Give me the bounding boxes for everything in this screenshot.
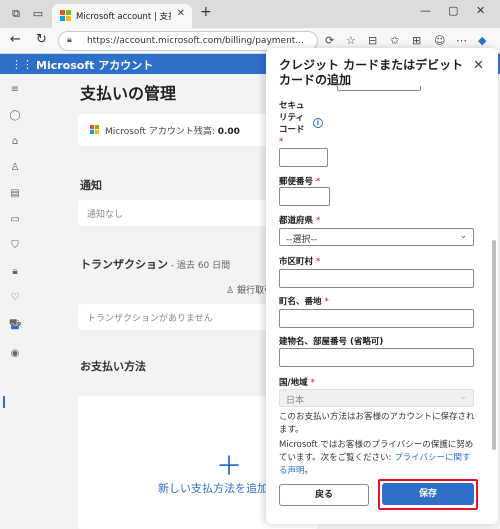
- maximize-icon[interactable]: ▢: [448, 4, 458, 17]
- save-button[interactable]: 保存: [382, 483, 474, 505]
- previous-input-field[interactable]: [337, 86, 421, 91]
- payment-methods-heading: お支払い方法: [80, 360, 146, 373]
- tab-title: Microsoft account | 支払いオプショ: [76, 12, 171, 22]
- required-mark: *: [315, 177, 321, 187]
- subscriptions-icon[interactable]: ▤: [9, 188, 21, 200]
- app-launcher-icon[interactable]: ⋮⋮: [11, 58, 33, 71]
- url-text: https://account.microsoft.com/billing/pa…: [87, 36, 304, 46]
- security-code-label-line-2: リティ: [279, 113, 304, 123]
- building-label: 建物名、部屋番号 (省略可): [279, 337, 384, 347]
- transactions-heading: トランザクション - 過去 60 日間: [80, 256, 230, 272]
- required-mark: *: [324, 297, 329, 307]
- back-arrow-icon[interactable]: ←: [10, 32, 21, 47]
- balance-label: Microsoft アカウント残高:: [105, 127, 218, 137]
- street-label-text: 町名、番地: [279, 297, 322, 307]
- user-info-icon[interactable]: ♙: [9, 162, 21, 174]
- collections-icon[interactable]: ⊞: [412, 34, 421, 47]
- security-code-label-line-3: コード: [279, 125, 305, 135]
- browser-tab-bar: ⧉ ▭ Microsoft account | 支払いオプショ ✕ + — ▢ …: [0, 0, 500, 28]
- minimize-icon[interactable]: —: [420, 4, 431, 17]
- transactions-period: - 過去 60 日間: [168, 261, 231, 271]
- account-icon[interactable]: ◯: [9, 110, 21, 122]
- devices-icon[interactable]: ▭: [9, 214, 21, 226]
- dialog-title: クレジット カードまたはデビット カードの追加: [279, 58, 464, 87]
- country-value: 日本: [286, 396, 305, 406]
- city-input[interactable]: [279, 269, 474, 288]
- profile-icon[interactable]: ☺: [434, 34, 445, 47]
- rewards-icon[interactable]: ♡: [9, 292, 21, 304]
- add-payment-link[interactable]: 新しい支払方法を追加: [158, 480, 268, 496]
- prefecture-select[interactable]: --選択-- ⌄: [279, 228, 474, 246]
- copilot-icon[interactable]: ◆: [478, 34, 486, 47]
- balance-value: 0.00: [217, 127, 240, 137]
- dialog-close-icon[interactable]: ✕: [473, 58, 484, 73]
- required-mark: *: [310, 378, 315, 388]
- plus-icon: ＋: [216, 452, 243, 482]
- notifications-empty-text: 通知なし: [87, 210, 124, 220]
- security-code-input[interactable]: [279, 148, 328, 167]
- tab-close-icon[interactable]: ✕: [177, 8, 185, 19]
- add-card-dialog: クレジット カードまたはデビット カードの追加 ✕ セキュ リティ コード * …: [266, 48, 498, 524]
- prefecture-label: 都道府県 *: [279, 214, 320, 226]
- security-code-label: セキュ リティ コード *: [279, 100, 305, 148]
- transactions-empty-text: トランザクションがありません: [87, 314, 213, 324]
- chevron-down-icon: ⌄: [459, 231, 467, 241]
- security-code-label-line-1: セキュ: [279, 101, 305, 111]
- postal-code-label-text: 郵便番号: [279, 177, 314, 187]
- favorites-icon[interactable]: ✩: [390, 34, 399, 47]
- country-label-text: 国/地域: [279, 378, 308, 388]
- tab-actions-icon[interactable]: ▭: [30, 6, 46, 22]
- dialog-scrollbar[interactable]: [492, 240, 496, 450]
- extensions-icon[interactable]: ⟳: [325, 34, 334, 47]
- active-indicator: [3, 396, 5, 408]
- required-mark: *: [279, 137, 284, 147]
- privacy-lock-icon[interactable]: 🔒︎: [9, 266, 21, 278]
- city-label-text: 市区町村: [279, 257, 314, 267]
- back-button[interactable]: 戻る: [279, 484, 369, 506]
- favorite-star-icon[interactable]: ☆: [346, 34, 356, 47]
- info-icon[interactable]: i: [313, 118, 323, 128]
- microsoft-logo-icon: [90, 125, 99, 134]
- balance-text: Microsoft アカウント残高: 0.00: [105, 124, 240, 137]
- account-save-note: このお支払い方法はお客様のアカウントに保存されます。: [279, 412, 475, 435]
- country-select: 日本 ⌄: [279, 389, 474, 407]
- payment-card-icon[interactable]: ▬: [9, 322, 21, 334]
- home-icon[interactable]: ⌂: [9, 136, 21, 148]
- new-tab-button[interactable]: +: [200, 4, 212, 20]
- transactions-title: トランザクション: [80, 258, 168, 271]
- side-navigation: ≡ ◯ ⌂ ♙ ▤ ▭ ⛉ 🔒︎ ♡ ⛟ ▬ ◉: [0, 74, 30, 529]
- location-icon[interactable]: ◉: [9, 348, 21, 360]
- refresh-icon[interactable]: ↻: [36, 32, 47, 47]
- brand-title[interactable]: Microsoft アカウント: [36, 57, 153, 73]
- required-mark: *: [315, 216, 321, 226]
- required-mark: *: [315, 257, 321, 267]
- building-input[interactable]: [279, 348, 474, 367]
- notifications-heading: 通知: [80, 179, 102, 192]
- menu-icon[interactable]: ≡: [9, 84, 21, 96]
- chevron-down-icon: ⌄: [459, 392, 467, 402]
- page-title: 支払いの管理: [80, 84, 177, 103]
- privacy-note: Microsoft ではお客様のプライバシーの保護に努めています。次をご覧くださ…: [279, 439, 479, 478]
- more-icon[interactable]: ⋯: [456, 34, 467, 47]
- browser-tab[interactable]: Microsoft account | 支払いオプショ ✕: [52, 4, 192, 28]
- window-close-icon[interactable]: ✕: [476, 4, 485, 17]
- prefecture-value: --選択--: [286, 235, 317, 245]
- split-screen-icon[interactable]: ⊟: [368, 34, 377, 47]
- country-label: 国/地域 *: [279, 376, 315, 388]
- prefecture-label-text: 都道府県: [279, 216, 314, 226]
- street-input[interactable]: [279, 309, 474, 328]
- workspaces-icon[interactable]: ⧉: [8, 6, 24, 22]
- microsoft-logo-icon: [60, 10, 71, 21]
- security-shield-icon[interactable]: ⛉: [9, 240, 21, 252]
- city-label: 市区町村 *: [279, 255, 320, 267]
- postal-code-input[interactable]: [279, 187, 330, 206]
- lock-icon: 🔒︎: [67, 35, 72, 45]
- privacy-end: 。: [304, 466, 314, 476]
- postal-code-label: 郵便番号 *: [279, 175, 320, 187]
- street-label: 町名、番地 *: [279, 295, 329, 307]
